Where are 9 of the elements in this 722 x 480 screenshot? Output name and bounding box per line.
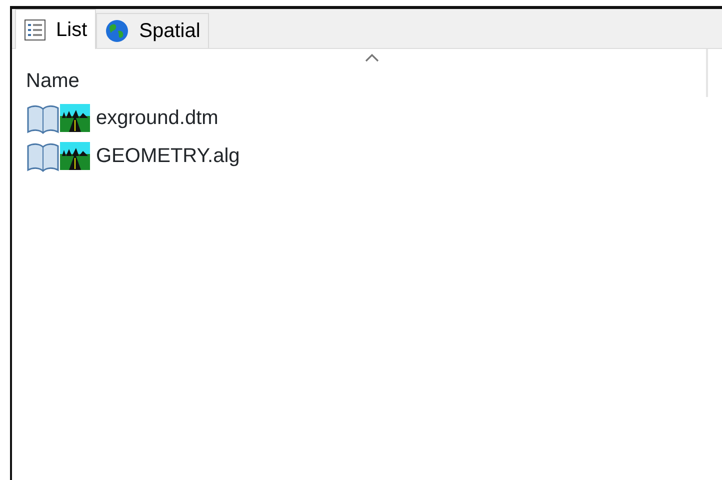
file-icon bbox=[26, 102, 92, 134]
file-name[interactable]: exground.dtm bbox=[96, 103, 218, 133]
column-header[interactable]: Name bbox=[12, 66, 80, 96]
tab[interactable]: Spatial bbox=[96, 13, 210, 48]
list-icon bbox=[24, 18, 46, 40]
file-icon bbox=[26, 140, 92, 172]
globe-icon bbox=[105, 19, 130, 43]
file-name[interactable]: GEOMETRY.alg bbox=[96, 141, 240, 171]
tab[interactable]: List bbox=[15, 9, 96, 49]
